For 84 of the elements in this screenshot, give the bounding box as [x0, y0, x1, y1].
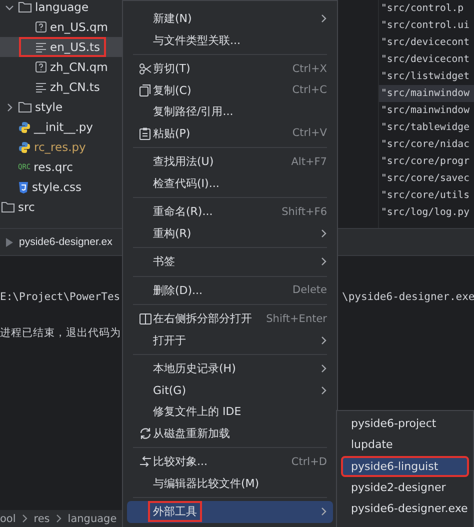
menu-item[interactable]: 新建(N) [127, 8, 333, 30]
menu-item[interactable]: pyside6-project [341, 413, 469, 434]
menu-item[interactable]: 查找用法(U) Alt+F7 [127, 151, 333, 172]
chevron-right-icon[interactable] [5, 102, 14, 112]
chevron-right-icon [22, 514, 28, 523]
menu-item[interactable]: 比较对象... Ctrl+D [127, 451, 333, 472]
console-line: \pyside6-designer.exe [342, 290, 474, 305]
menu-item[interactable]: 外部工具 [127, 501, 333, 522]
run-tab[interactable]: pyside6-designer.ex [0, 236, 112, 248]
tree-item[interactable]: style.css [0, 177, 122, 197]
shortcut-label: Alt+F7 [291, 156, 327, 168]
play-icon [5, 236, 14, 248]
shortcut-label: Ctrl+X [292, 62, 327, 75]
python-icon [18, 140, 31, 154]
tree-item[interactable]: style [0, 97, 122, 117]
menu-item[interactable]: 书签 [127, 251, 333, 272]
copy-icon [139, 84, 151, 97]
shortcut-label: Shift+Enter [266, 312, 327, 325]
tree-item[interactable]: zh_CN.qm [0, 57, 122, 77]
folder-icon [18, 101, 32, 113]
code-line: "src/devicecont [380, 36, 470, 50]
breadcrumb-item[interactable]: ool [0, 512, 16, 524]
folder-icon [18, 1, 32, 13]
clipboard-icon [139, 126, 151, 140]
breadcrumb-item[interactable]: res [34, 512, 50, 524]
css-file-icon [18, 180, 29, 194]
shortcut-label: Ctrl+C [292, 84, 327, 96]
code-line: "src/devicecont [380, 53, 470, 67]
menu-item[interactable]: 检查代码(I)... [127, 172, 333, 194]
menu-item[interactable]: Git(G) [127, 380, 333, 401]
shortcut-label: Delete [292, 284, 327, 296]
code-line: "src/core/savec [380, 172, 470, 186]
text-file-icon [35, 42, 47, 52]
chevron-right-icon [56, 514, 62, 523]
chevron-down-icon[interactable] [5, 2, 14, 12]
menu-item[interactable]: 复制路径/引用... [127, 101, 333, 122]
menu-item[interactable]: 从磁盘重新加载 [127, 422, 333, 444]
menu-item[interactable]: 本地历史记录(H) [127, 358, 333, 380]
code-line: "src/core/progr [380, 155, 470, 169]
menu-item[interactable]: 打开于 [127, 330, 333, 351]
scissors-icon [139, 62, 152, 75]
split-view-icon [139, 312, 152, 325]
menu-item[interactable]: 复制(C) Ctrl+C [127, 80, 333, 101]
tree-item[interactable]: zh_CN.ts [0, 77, 122, 97]
code-line: "src/mainwindow [380, 104, 470, 118]
menu-item[interactable]: 修复文件上的 IDE [127, 401, 333, 422]
code-line: "src/listwidget [380, 70, 470, 84]
unknown-file-icon [35, 21, 47, 33]
tree-item[interactable]: __init__.py [0, 117, 122, 137]
python-icon [18, 120, 31, 134]
reload-icon [139, 426, 152, 440]
console-line: 进程已结束，退出代码为 [0, 326, 122, 341]
code-line: "src/core/nidac [380, 138, 470, 152]
unknown-file-icon [35, 61, 47, 73]
code-line: "src/tablewidge [380, 121, 470, 135]
tree-item[interactable]: language [0, 0, 122, 17]
menu-item[interactable]: lupdate [341, 434, 469, 456]
menu-item[interactable]: 与编辑器比较文件(M) [127, 472, 333, 494]
menu-item[interactable]: pyside2-designer [341, 476, 469, 498]
menu-item[interactable]: 与文件类型关联... [127, 30, 333, 51]
shortcut-label: Ctrl+V [292, 127, 327, 140]
menu-item[interactable]: 在右侧拆分部分打开 Shift+Enter [127, 308, 333, 330]
shortcut-label: Shift+F6 [282, 206, 327, 218]
code-line: "src/control.ui [380, 19, 470, 33]
folder-icon [1, 201, 15, 213]
tree-item[interactable]: src [0, 197, 122, 217]
menu-item[interactable]: pyside6-linguist [341, 456, 469, 477]
compare-arrows-icon [139, 455, 152, 468]
menu-item[interactable]: 剪切(T) Ctrl+X [127, 58, 333, 80]
code-line: "src/log/log.py [380, 206, 470, 220]
console-line: E:\Project\PowerTes [0, 290, 122, 305]
shortcut-label: Ctrl+D [291, 456, 327, 468]
menu-item[interactable]: 删除(D)... Delete [127, 280, 333, 301]
code-line: "src/core/utils [380, 189, 470, 203]
code-line: "src/control.p [380, 2, 465, 16]
tree-item[interactable]: rc_res.py [0, 137, 122, 157]
menu-item[interactable]: 粘贴(P) Ctrl+V [127, 122, 333, 144]
menu-item[interactable]: pyside6-designer.exe [341, 498, 469, 520]
menu-item[interactable]: 重构(R) [127, 222, 333, 244]
breadcrumb-item[interactable]: language [68, 512, 117, 524]
tree-item[interactable]: en_US.qm [0, 17, 122, 37]
tree-item[interactable]: en_US.ts [0, 37, 122, 57]
text-file-icon [35, 82, 47, 92]
menu-item[interactable]: 重命名(R)... Shift+F6 [127, 201, 333, 222]
